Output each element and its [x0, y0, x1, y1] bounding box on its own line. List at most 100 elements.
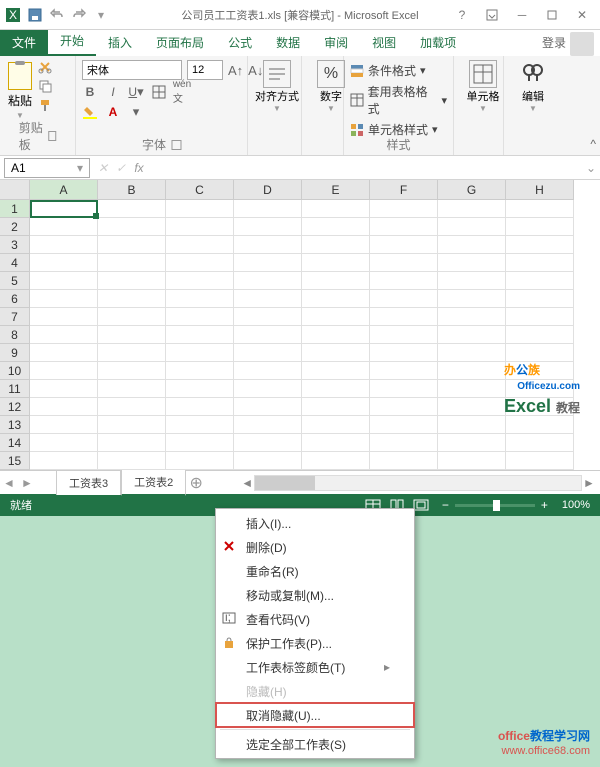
tab-insert[interactable]: 插入: [96, 29, 144, 56]
tab-start[interactable]: 开始: [48, 27, 96, 56]
row-header-11[interactable]: 11: [0, 380, 30, 398]
sheet-nav-prev-icon[interactable]: ◄: [0, 473, 18, 493]
table-format-button[interactable]: 套用表格格式▾: [350, 81, 447, 119]
row-header-12[interactable]: 12: [0, 398, 30, 416]
redo-icon[interactable]: [70, 6, 88, 24]
menu-tab-color[interactable]: 工作表标签颜色(T)▸: [216, 655, 414, 679]
cancel-icon[interactable]: ✕: [94, 158, 112, 178]
fill-color-button[interactable]: [82, 104, 98, 120]
svg-text:X: X: [9, 8, 17, 22]
zoom-out-button[interactable]: −: [442, 498, 449, 512]
horizontal-scrollbar[interactable]: ◄ ►: [240, 475, 596, 491]
zoom-in-button[interactable]: +: [541, 498, 548, 512]
sheet-tab-2[interactable]: 工资表2: [121, 469, 186, 496]
row-header-8[interactable]: 8: [0, 326, 30, 344]
italic-button[interactable]: I: [105, 84, 121, 100]
status-ready: 就绪: [10, 497, 32, 513]
underline-button[interactable]: U▾: [128, 84, 144, 100]
fx-icon[interactable]: fx: [130, 158, 148, 178]
tab-layout[interactable]: 页面布局: [144, 29, 216, 56]
clipboard-launcher-icon[interactable]: [49, 131, 57, 141]
menu-move-copy[interactable]: 移动或复制(M)...: [216, 583, 414, 607]
row-header-7[interactable]: 7: [0, 308, 30, 326]
font-color-button[interactable]: A: [105, 104, 121, 120]
tab-review[interactable]: 审阅: [312, 29, 360, 56]
edit-button[interactable]: 编辑 ▼: [510, 60, 556, 113]
tab-data[interactable]: 数据: [264, 29, 312, 56]
row-header-1[interactable]: 1: [0, 200, 30, 218]
copy-icon[interactable]: [38, 79, 54, 95]
ruby-button[interactable]: wén文: [174, 84, 190, 100]
formula-bar[interactable]: [148, 158, 586, 178]
row-header-15[interactable]: 15: [0, 452, 30, 470]
ribbon-options-icon[interactable]: [478, 4, 506, 26]
select-all-button[interactable]: [0, 180, 30, 200]
menu-unhide[interactable]: 取消隐藏(U)...: [216, 703, 414, 727]
row-header-10[interactable]: 10: [0, 362, 30, 380]
row-header-5[interactable]: 5: [0, 272, 30, 290]
menu-rename[interactable]: 重命名(R): [216, 559, 414, 583]
excel-icon[interactable]: X: [4, 6, 22, 24]
row-header-6[interactable]: 6: [0, 290, 30, 308]
col-header-H[interactable]: H: [506, 180, 574, 200]
title-bar: X ▾ 公司员工工资表1.xls [兼容模式] - Microsoft Exce…: [0, 0, 600, 30]
find-icon: [519, 60, 547, 88]
font-size-input[interactable]: [187, 60, 223, 80]
sheet-nav-next-icon[interactable]: ►: [18, 473, 36, 493]
zoom-percent[interactable]: 100%: [562, 499, 590, 511]
row-header-14[interactable]: 14: [0, 434, 30, 452]
login-button[interactable]: 登录: [530, 29, 570, 56]
menu-view-code[interactable]: i;查看代码(V): [216, 607, 414, 631]
edit-label: 编辑: [522, 88, 544, 104]
save-icon[interactable]: [26, 6, 44, 24]
close-icon[interactable]: ✕: [568, 4, 596, 26]
expand-formula-icon[interactable]: ⌄: [586, 161, 600, 175]
collapse-ribbon-icon[interactable]: ^: [590, 137, 596, 151]
cells-label: 单元格: [467, 88, 500, 104]
col-header-D[interactable]: D: [234, 180, 302, 200]
zoom-slider[interactable]: [455, 504, 535, 507]
row-header-2[interactable]: 2: [0, 218, 30, 236]
tab-file[interactable]: 文件: [0, 29, 48, 56]
row-header-13[interactable]: 13: [0, 416, 30, 434]
tab-view[interactable]: 视图: [360, 29, 408, 56]
format-painter-icon[interactable]: [38, 98, 54, 114]
col-header-F[interactable]: F: [370, 180, 438, 200]
menu-select-all-sheets[interactable]: 选定全部工作表(S): [216, 732, 414, 756]
minimize-icon[interactable]: ─: [508, 4, 536, 26]
font-launcher-icon[interactable]: [171, 140, 181, 150]
border-button[interactable]: [151, 84, 167, 100]
conditional-format-button[interactable]: 条件格式▾: [350, 60, 447, 81]
user-avatar-icon[interactable]: [570, 32, 594, 56]
row-header-9[interactable]: 9: [0, 344, 30, 362]
maximize-icon[interactable]: [538, 4, 566, 26]
qat-customize-icon[interactable]: ▾: [92, 6, 110, 24]
menu-insert[interactable]: 插入(I)...: [216, 511, 414, 535]
enter-icon[interactable]: ✓: [112, 158, 130, 178]
undo-icon[interactable]: [48, 6, 66, 24]
col-header-C[interactable]: C: [166, 180, 234, 200]
bold-button[interactable]: B: [82, 84, 98, 100]
tab-addins[interactable]: 加载项: [408, 29, 468, 56]
row-header-4[interactable]: 4: [0, 254, 30, 272]
sheet-tab-3[interactable]: 工资表3: [56, 470, 121, 495]
menu-protect[interactable]: 保护工作表(P)...: [216, 631, 414, 655]
col-header-G[interactable]: G: [438, 180, 506, 200]
col-header-B[interactable]: B: [98, 180, 166, 200]
tab-formula[interactable]: 公式: [216, 29, 264, 56]
paste-button[interactable]: 粘贴 ▼: [6, 60, 34, 122]
col-header-A[interactable]: A: [30, 180, 98, 200]
name-box[interactable]: A1▾: [4, 158, 90, 178]
cut-icon[interactable]: [38, 60, 54, 76]
add-sheet-icon[interactable]: ⊕: [186, 473, 206, 493]
row-header-3[interactable]: 3: [0, 236, 30, 254]
cell-area[interactable]: document.write(Array(15).fill('<div clas…: [30, 200, 574, 470]
col-header-E[interactable]: E: [302, 180, 370, 200]
border2-button[interactable]: ▾: [128, 104, 144, 120]
menu-delete[interactable]: 删除(D): [216, 535, 414, 559]
cells-button[interactable]: 单元格 ▼: [460, 60, 506, 113]
help-icon[interactable]: ?: [448, 4, 476, 26]
font-name-select[interactable]: [82, 60, 182, 80]
alignment-button[interactable]: 对齐方式 ▼: [254, 60, 300, 113]
increase-font-icon[interactable]: A↑: [228, 62, 243, 78]
